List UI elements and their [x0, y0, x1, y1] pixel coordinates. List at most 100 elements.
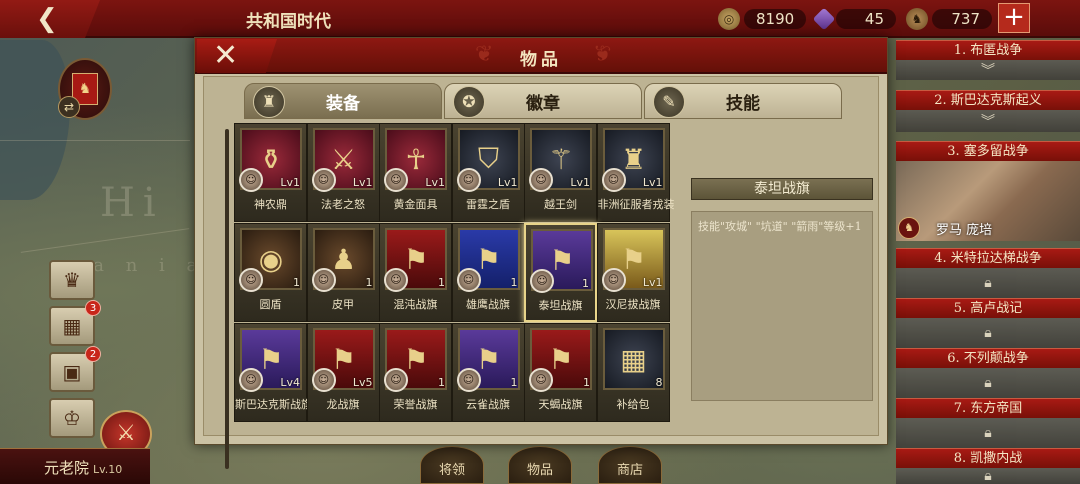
general-portrait-icon: ☺	[456, 368, 481, 392]
lock-icon: 🔒︎	[896, 468, 1080, 484]
lock-icon: 🔒︎	[896, 268, 1080, 298]
item-slot[interactable]: ⚱ ☺ Lv1 神农鼎	[234, 123, 307, 222]
tab-badges[interactable]: ✪ 徽章	[444, 83, 642, 119]
crossed-swords-icon: ⚔	[116, 421, 136, 446]
item-name: 泰坦战旗	[538, 299, 583, 312]
item-level: 1	[510, 376, 518, 389]
campaign-factions: 罗马 庞培	[936, 223, 993, 238]
gem-resource: 45	[812, 7, 896, 31]
item-level: 1	[438, 276, 445, 289]
panel-body: ♜ 装备 ✪ 徽章 ✎ 技能 ⚱ ☺ Lv1 神农鼎 ⚔ ☺ Lv1 法老之怒 ☥ ☺ Lv1 黄金面…	[203, 76, 879, 469]
item-level: 8	[655, 376, 663, 389]
item-slot[interactable]: ⚑ ☺ 1 泰坦战旗	[524, 223, 597, 322]
item-name: 黄金面具	[393, 198, 438, 211]
item-slot[interactable]: ⚑ ☺ Lv1 汉尼拔战旗	[596, 223, 670, 322]
campaign-item[interactable]: 1. 布匿战争 ︾	[896, 40, 1080, 80]
item-name: 神农鼎	[254, 198, 287, 211]
item-slot[interactable]: ▦ 8 补给包	[596, 323, 670, 422]
notification-badge: 3	[85, 300, 101, 316]
item-slot[interactable]: ⚑ ☺ Lv5 龙战旗	[306, 323, 380, 422]
trophy-button[interactable]: ♔	[49, 398, 95, 438]
general-portrait-icon: ☺	[529, 368, 553, 392]
top-bar: ❮ 共和国时代 ◎ 8190 45 ♞ 737 +	[0, 0, 1080, 38]
shield-icon: ♞	[898, 217, 920, 239]
item-slot[interactable]: ♜ ☺ Lv1 非洲征服者戎装	[596, 123, 675, 222]
tab-label: 技能	[726, 93, 760, 114]
tab-bar: ♜ 装备 ✪ 徽章 ✎ 技能	[244, 83, 842, 119]
tab-skills[interactable]: ✎ 技能	[644, 83, 842, 119]
campaign-item[interactable]: 5. 高卢战记 🔒︎	[896, 298, 1080, 348]
film-icon: ▦	[62, 314, 82, 338]
campaign-item[interactable]: 8. 凯撒内战 🔒︎	[896, 448, 1080, 484]
item-name: 越王剑	[544, 198, 577, 211]
item-name: 雷霆之盾	[466, 198, 510, 211]
general-portrait-icon: ☺	[311, 168, 336, 192]
item-slot[interactable]: ♟ ☺ 1 皮甲	[306, 223, 380, 322]
item-slot[interactable]: ⛉ ☺ Lv1 雷霆之盾	[451, 123, 525, 222]
detail-title: 泰坦战旗	[691, 178, 873, 200]
item-level: Lv1	[280, 176, 300, 189]
item-level: 1	[293, 276, 300, 289]
film-button[interactable]: ▦ 3	[49, 300, 101, 346]
item-slot[interactable]: ⚑ ☺ 1 云雀战旗	[451, 323, 525, 422]
back-button[interactable]: ❮	[0, 0, 100, 38]
item-level: Lv1	[352, 176, 373, 189]
crown-button[interactable]: ♛	[49, 260, 95, 300]
general-portrait-icon: ☺	[456, 268, 481, 292]
item-name: 混沌战旗	[393, 298, 438, 311]
general-portrait-icon: ☺	[456, 168, 481, 192]
item-level: 1	[510, 276, 518, 289]
scrollbar[interactable]	[225, 129, 229, 469]
add-resource-button[interactable]: +	[998, 3, 1030, 33]
item-name: 斯巴达克斯战旗	[235, 398, 312, 411]
general-portrait-icon: ☺	[601, 268, 626, 292]
item-slot[interactable]: ⚑ ☺ 1 天蝎战旗	[524, 323, 597, 422]
item-name: 龙战旗	[326, 398, 360, 411]
lock-icon: 🔒︎	[896, 418, 1080, 448]
chest-button[interactable]: ▣ 2	[49, 346, 101, 392]
campaign-label: 8. 凯撒内战	[896, 448, 1080, 468]
item-name: 法老之怒	[321, 198, 365, 211]
item-slot[interactable]: ☥ ☺ Lv1 黄金面具	[379, 123, 452, 222]
item-name: 补给包	[616, 398, 650, 411]
item-slot[interactable]: ◉ ☺ 1 圆盾	[234, 223, 307, 322]
item-name: 皮甲	[332, 298, 354, 311]
general-portrait-icon: ☺	[384, 268, 408, 292]
swap-icon[interactable]: ⇄	[58, 96, 80, 118]
campaign-label: 6. 不列颠战争	[896, 348, 1080, 368]
coin-value: 8190	[744, 9, 807, 29]
badge-icon: ✪	[453, 86, 485, 118]
campaign-item[interactable]: 2. 斯巴达克斯起义 ︾	[896, 90, 1080, 132]
item-name: 圆盾	[259, 298, 282, 311]
chevron-down-icon: ︾	[896, 60, 1080, 80]
general-portrait-icon: ☺	[239, 268, 263, 292]
coin-resource: ◎ 8190	[718, 7, 807, 31]
tab-label: 徽章	[526, 93, 560, 114]
lock-icon: 🔒︎	[896, 318, 1080, 348]
item-slot[interactable]: ⚚ ☺ Lv1 越王剑	[524, 123, 597, 222]
item-slot[interactable]: ⚑ ☺ 1 雄鹰战旗	[451, 223, 525, 322]
campaign-item[interactable]: 7. 东方帝国 🔒︎	[896, 398, 1080, 448]
campaign-item-active[interactable]: 3. 塞多留战争 ♞ 罗马 庞培	[896, 141, 1080, 241]
panel-header: ✕ 物品 ❦ ❦	[195, 38, 887, 74]
general-portrait-icon: ☺	[239, 368, 263, 392]
item-slot[interactable]: ⚑ ☺ 1 荣誉战旗	[379, 323, 452, 422]
item-slot[interactable]: ⚑ ☺ Lv4 斯巴达克斯战旗	[234, 323, 312, 422]
senate-button[interactable]: 元老院 Lv.10	[0, 448, 150, 484]
campaign-label: 7. 东方帝国	[896, 398, 1080, 418]
tab-equipment[interactable]: ♜ 装备	[244, 83, 442, 119]
general-portrait-icon: ☺	[239, 168, 263, 192]
general-portrait-icon: ☺	[311, 368, 336, 392]
item-slot[interactable]: ⚑ ☺ 1 混沌战旗	[379, 223, 452, 322]
item-slot[interactable]: ⚔ ☺ Lv1 法老之怒	[306, 123, 380, 222]
general-portrait-icon: ☺	[530, 269, 554, 293]
item-level: 1	[438, 376, 445, 389]
campaign-item[interactable]: 6. 不列颠战争 🔒︎	[896, 348, 1080, 398]
item-level: Lv4	[280, 376, 300, 389]
item-level: Lv5	[352, 376, 373, 389]
campaign-label: 5. 高卢战记	[896, 298, 1080, 318]
item-level: Lv1	[425, 176, 445, 189]
gem-value: 45	[836, 9, 896, 29]
campaign-item[interactable]: 4. 米特拉达梯战争 🔒︎	[896, 248, 1080, 298]
helmet-icon: ♜	[253, 86, 285, 118]
